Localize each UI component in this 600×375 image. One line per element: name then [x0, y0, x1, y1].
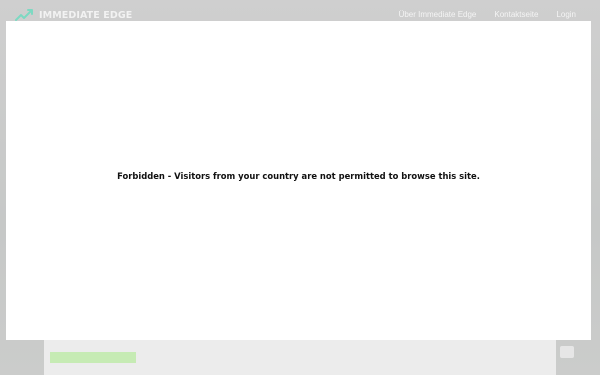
nav-item-contact[interactable]: Kontaktseite	[494, 10, 538, 19]
chat-widget[interactable]	[560, 346, 574, 358]
brand-name: IMMEDIATE EDGE	[39, 9, 133, 21]
signup-button[interactable]	[50, 352, 136, 363]
forbidden-message: Forbidden - Visitors from your country a…	[117, 170, 480, 181]
top-nav: Über Immediate Edge Kontaktseite Login	[399, 10, 576, 19]
nav-item-about[interactable]: Über Immediate Edge	[399, 10, 477, 19]
forbidden-overlay: Forbidden - Visitors from your country a…	[6, 21, 591, 340]
nav-item-login[interactable]: Login	[556, 10, 576, 19]
